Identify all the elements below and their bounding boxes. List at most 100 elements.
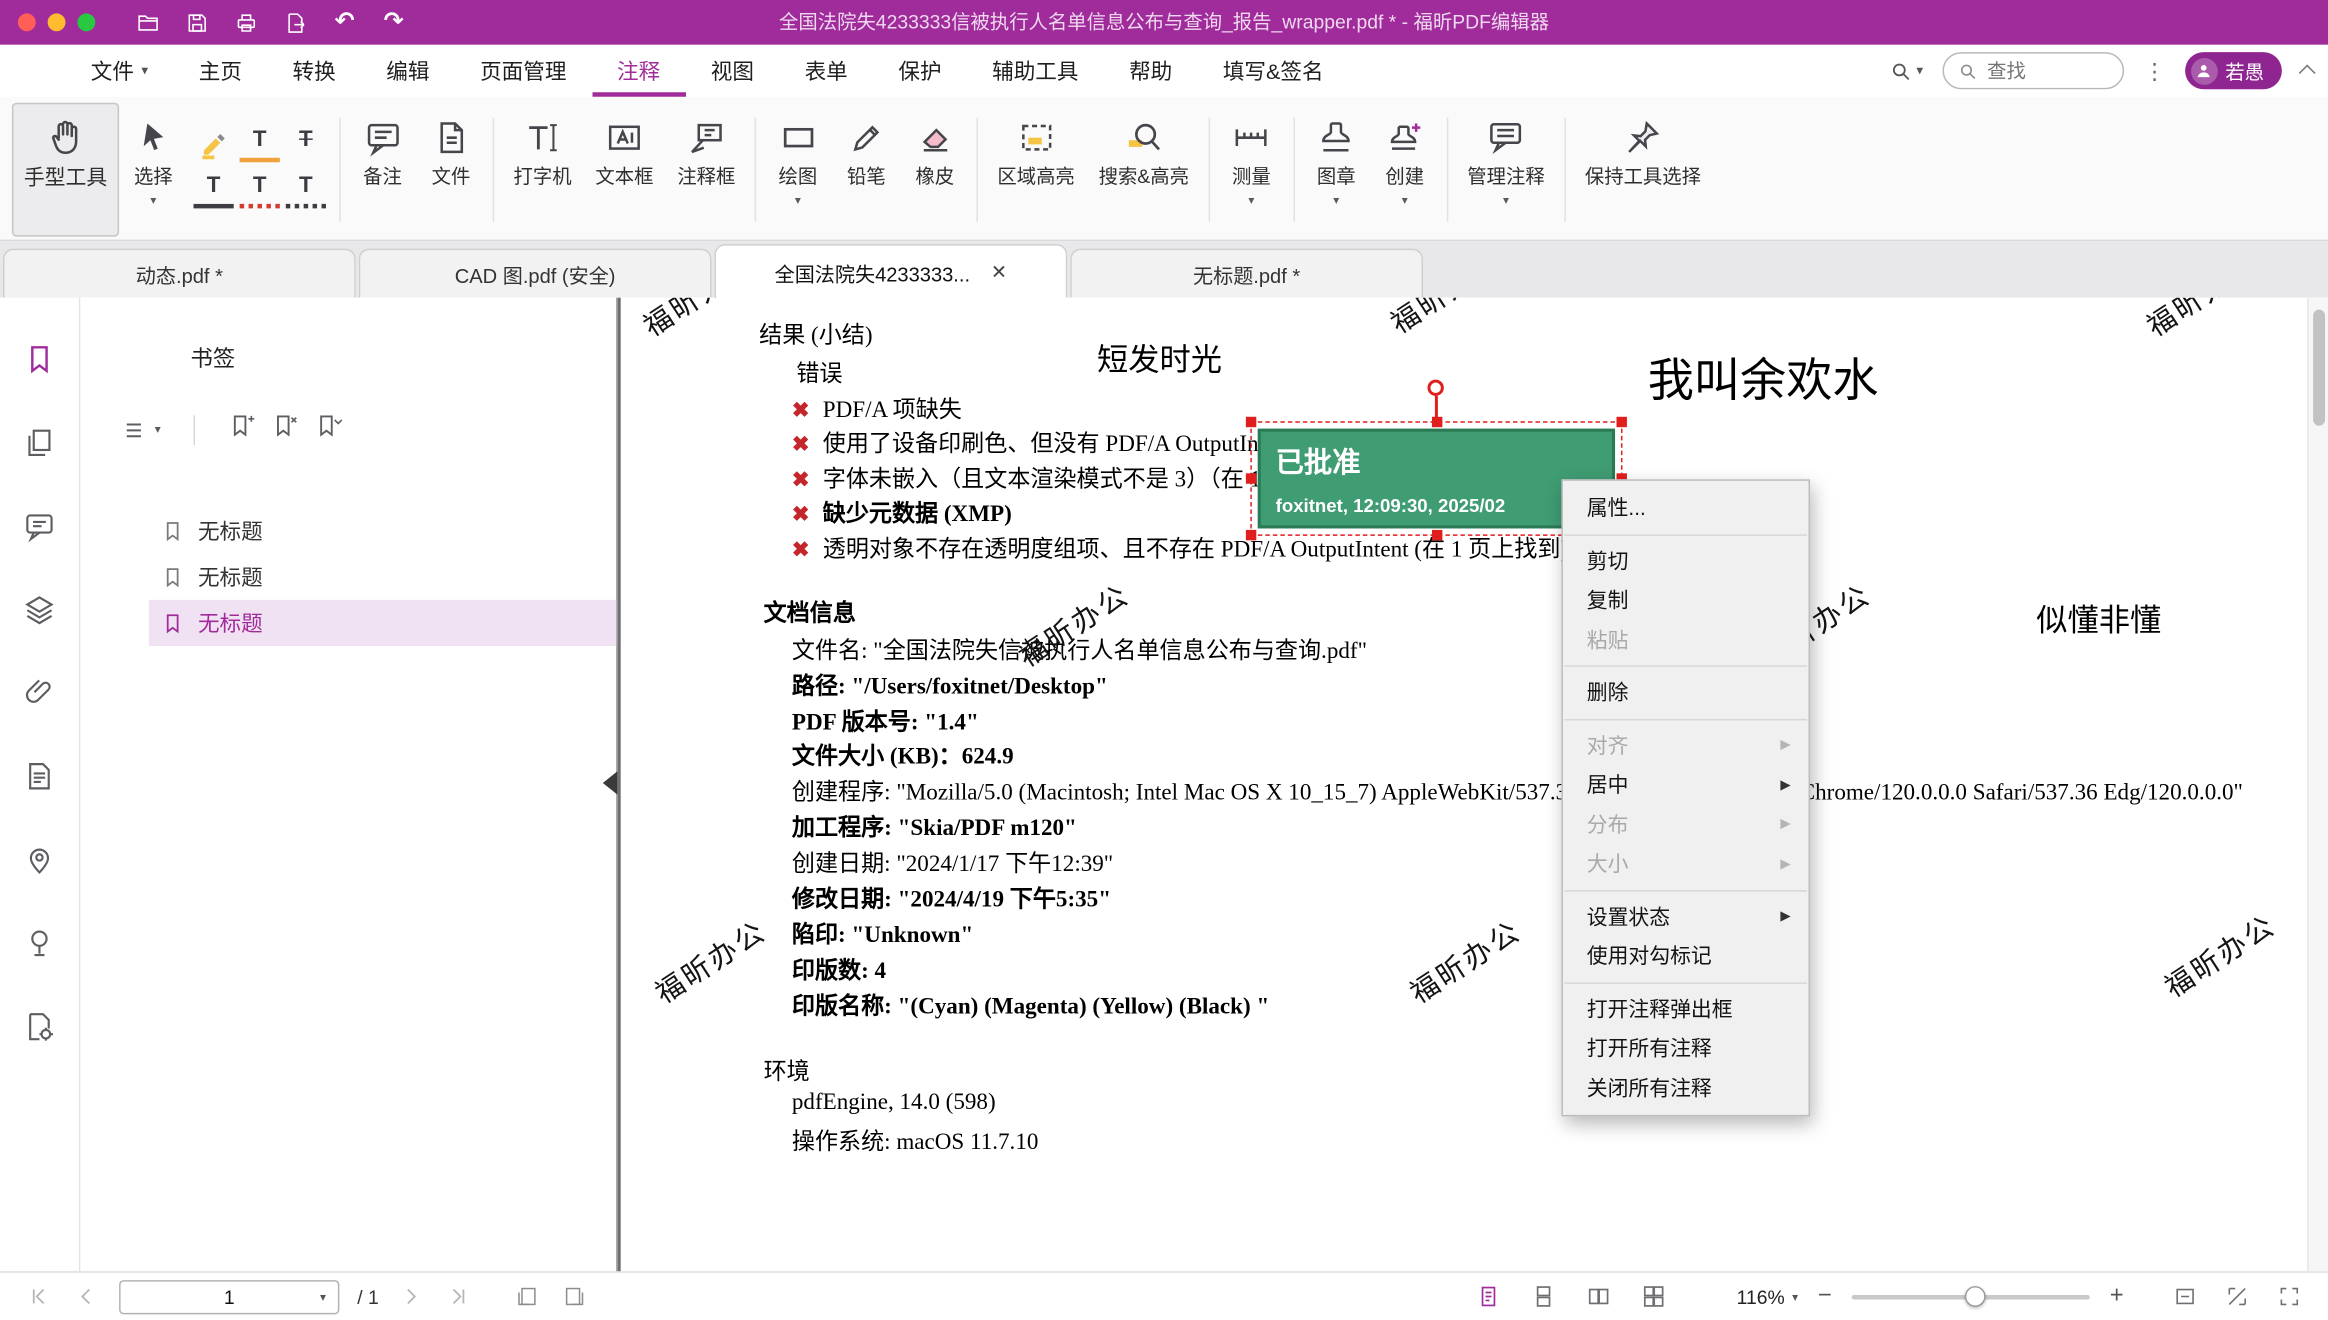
close-window-button[interactable] [18,13,36,31]
search-highlight-tool-button[interactable]: 搜索&高亮 [1087,103,1201,237]
destinations-panel-icon[interactable] [22,842,56,876]
fields-panel-icon[interactable] [22,759,56,793]
file-attachment-tool-button[interactable]: 文件 [417,103,485,237]
next-view-button[interactable] [560,1282,590,1312]
two-page-view-button[interactable] [1583,1282,1613,1312]
save-icon[interactable] [183,8,211,36]
more-options-icon[interactable]: ⋮ [2143,57,2165,84]
collapse-ribbon-icon[interactable] [2299,65,2316,82]
context-menu-item-delete[interactable]: 删除 [1563,673,1809,712]
close-tab-icon[interactable]: ✕ [991,260,1007,284]
page-number-input[interactable]: 1 ▾ [119,1279,339,1313]
doc-tab-court-report[interactable]: 全国法院失4233333... ✕ [714,244,1067,298]
highlight-tool-button[interactable] [194,126,234,162]
add-bookmark-button[interactable] [228,412,256,448]
create-stamp-button[interactable]: 创建 ▾ [1371,103,1439,237]
freetext-annotation[interactable]: 短发时光 [1097,336,1222,381]
fullscreen-button[interactable] [2274,1282,2304,1312]
keep-tool-selected-button[interactable]: 保持工具选择 [1573,103,1713,237]
bookmarks-panel-icon[interactable] [22,342,56,376]
next-page-button[interactable] [397,1282,427,1312]
signatures-panel-icon[interactable] [22,926,56,960]
resize-handle[interactable] [1431,530,1441,540]
zoom-out-button[interactable]: − [1813,1283,1837,1310]
attachments-panel-icon[interactable] [22,676,56,710]
zoom-slider-thumb[interactable] [1965,1285,1986,1306]
menu-home[interactable]: 主页 [173,45,267,97]
resize-handle[interactable] [1617,417,1627,427]
resize-handle[interactable] [1246,473,1256,483]
eraser-tool-button[interactable]: 橡皮 [901,103,969,237]
squiggly-underline-tool-button[interactable]: T [240,172,280,208]
expand-bookmark-button[interactable] [314,412,342,448]
fit-width-button[interactable] [2222,1282,2252,1312]
zoom-in-button[interactable]: + [2105,1283,2129,1310]
zoom-level-dropdown[interactable]: 116% ▾ [1737,1285,1798,1307]
collapse-panel-handle[interactable] [603,771,618,795]
note-tool-button[interactable]: 备注 [348,103,416,237]
context-menu-item-checkmark[interactable]: 使用对勾标记 [1563,936,1809,975]
previous-view-button[interactable] [513,1282,543,1312]
find-dropdown-button[interactable]: ▾ [1890,59,1924,83]
menu-file[interactable]: 文件▾ [65,45,173,97]
hand-tool-button[interactable]: 手型工具 [12,103,119,237]
menu-view[interactable]: 视图 [686,45,780,97]
maximize-window-button[interactable] [77,13,95,31]
stamp-tool-button[interactable]: 图章 ▾ [1302,103,1370,237]
menu-page-management[interactable]: 页面管理 [455,45,592,97]
layers-panel-icon[interactable] [22,592,56,626]
select-tool-button[interactable]: 选择 ▾ [119,103,187,237]
freetext-annotation[interactable]: 似懂非懂 [2036,597,2161,642]
context-menu-item-cut[interactable]: 剪切 [1563,541,1809,580]
single-page-view-button[interactable] [1473,1282,1503,1312]
context-menu-item-close-all[interactable]: 关闭所有注释 [1563,1068,1809,1107]
bookmark-options-button[interactable]: ▾ [122,416,161,444]
search-box[interactable] [1942,52,2124,89]
menu-fill-sign[interactable]: 填写&签名 [1198,45,1349,97]
freetext-annotation[interactable]: 我叫余欢水 [1648,342,1879,409]
bookmark-item[interactable]: 无标题 [149,508,616,554]
undo-icon[interactable]: ↶ [330,8,358,36]
doc-tab-untitled[interactable]: 无标题.pdf * [1070,249,1423,298]
vertical-scrollbar[interactable] [2307,298,2328,1271]
print-icon[interactable] [232,8,260,36]
menu-comment[interactable]: 注释 [592,45,686,97]
drawing-tool-button[interactable]: 绘图 ▾ [764,103,832,237]
search-input[interactable] [1987,60,2106,82]
comments-panel-icon[interactable] [22,509,56,543]
redo-icon[interactable]: ↷ [380,8,408,36]
export-icon[interactable] [281,8,309,36]
zoom-slider[interactable] [1852,1294,2090,1298]
context-menu-item-set-status[interactable]: 设置状态▶ [1563,897,1809,936]
fit-page-button[interactable] [2170,1282,2200,1312]
resize-handle[interactable] [1246,417,1256,427]
resize-handle[interactable] [1246,530,1256,540]
two-page-continuous-view-button[interactable] [1638,1282,1668,1312]
menu-convert[interactable]: 转换 [267,45,361,97]
replace-text-tool-button[interactable]: T [286,172,326,208]
context-menu-item-open-popup[interactable]: 打开注释弹出框 [1563,989,1809,1028]
measure-tool-button[interactable]: 测量 ▾ [1217,103,1285,237]
typewriter-tool-button[interactable]: 打字机 [502,103,584,237]
bookmark-item-selected[interactable]: 无标题 [149,600,616,646]
document-page[interactable]: 福昕办公 福昕办公 福昕办公 福昕办公 福昕办公 福昕办公 福昕办公 福昕办公 … [618,298,2328,1271]
callout-tool-button[interactable]: 注释框 [665,103,747,237]
doc-tab-cad[interactable]: CAD 图.pdf (安全) [359,249,712,298]
delete-bookmark-button[interactable] [271,412,299,448]
context-menu-item-open-all[interactable]: 打开所有注释 [1563,1029,1809,1068]
context-menu-item-center[interactable]: 居中▶ [1563,765,1809,804]
strikeout-tool-button[interactable]: T [286,126,326,162]
menu-protect[interactable]: 保护 [873,45,967,97]
context-menu-item-copy[interactable]: 复制 [1563,581,1809,620]
menu-edit[interactable]: 编辑 [361,45,455,97]
previous-page-button[interactable] [71,1282,101,1312]
insert-text-tool-button[interactable]: T [240,126,280,162]
menu-help[interactable]: 帮助 [1104,45,1198,97]
file-properties-panel-icon[interactable] [22,1009,56,1043]
continuous-view-button[interactable] [1528,1282,1558,1312]
scrollbar-thumb[interactable] [2313,310,2325,426]
bookmark-item[interactable]: 无标题 [149,554,616,600]
underline-tool-button[interactable]: T [194,172,234,208]
first-page-button[interactable] [24,1282,54,1312]
pencil-tool-button[interactable]: 铅笔 [832,103,900,237]
